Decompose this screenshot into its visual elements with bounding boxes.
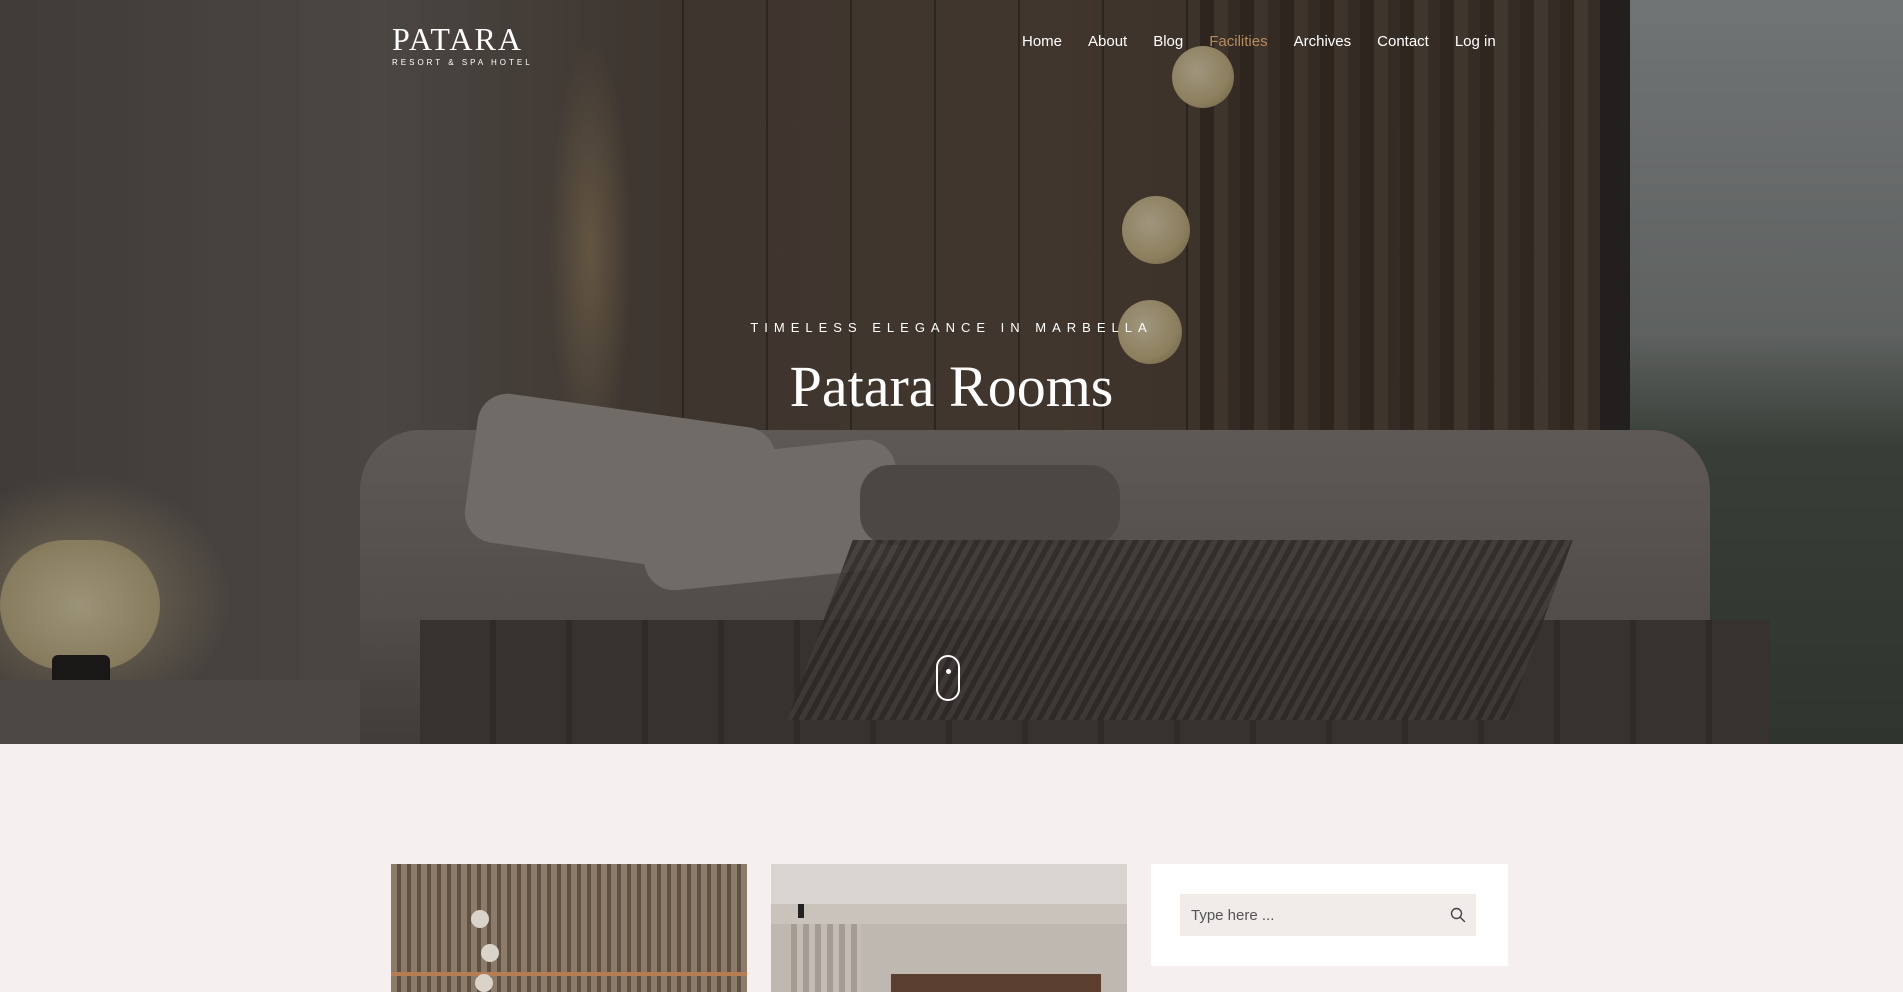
decor-ball <box>481 944 499 962</box>
logo-subtitle: RESORT & SPA HOTEL <box>392 58 533 67</box>
nav-item-about[interactable]: About <box>1088 33 1127 50</box>
nav-item-facilities[interactable]: Facilities <box>1209 33 1267 50</box>
scroll-dot <box>946 669 951 674</box>
nav-item-contact[interactable]: Contact <box>1377 33 1429 50</box>
nav-item-archives[interactable]: Archives <box>1294 33 1352 50</box>
nav-item-blog[interactable]: Blog <box>1153 33 1183 50</box>
post-thumbnail[interactable] <box>391 864 747 992</box>
decor-ball <box>475 974 493 992</box>
pendant-lamp <box>798 904 804 918</box>
headboard <box>891 974 1101 992</box>
logo-name: PATARA <box>392 21 523 57</box>
search-box <box>1180 894 1476 936</box>
search-icon[interactable] <box>1440 894 1476 936</box>
nav-item-home[interactable]: Home <box>1022 33 1062 50</box>
nav-item-login[interactable]: Log in <box>1455 33 1496 50</box>
scroll-down-indicator[interactable] <box>936 655 960 701</box>
decor-ball <box>471 910 489 928</box>
site-logo[interactable]: PATARA RESORT & SPA HOTEL <box>392 22 542 67</box>
curtain <box>791 924 861 992</box>
main-nav: Home About Blog Facilities Archives Cont… <box>1022 33 1496 50</box>
page-title: Patara Rooms <box>789 354 1114 419</box>
hero-banner: PATARA RESORT & SPA HOTEL Home About Blo… <box>0 0 1903 744</box>
hero-tagline: TIMELESS ELEGANCE IN MARBELLA <box>750 320 1153 335</box>
search-widget <box>1151 864 1508 966</box>
post-thumbnail[interactable] <box>771 864 1127 992</box>
search-input[interactable] <box>1180 905 1440 925</box>
